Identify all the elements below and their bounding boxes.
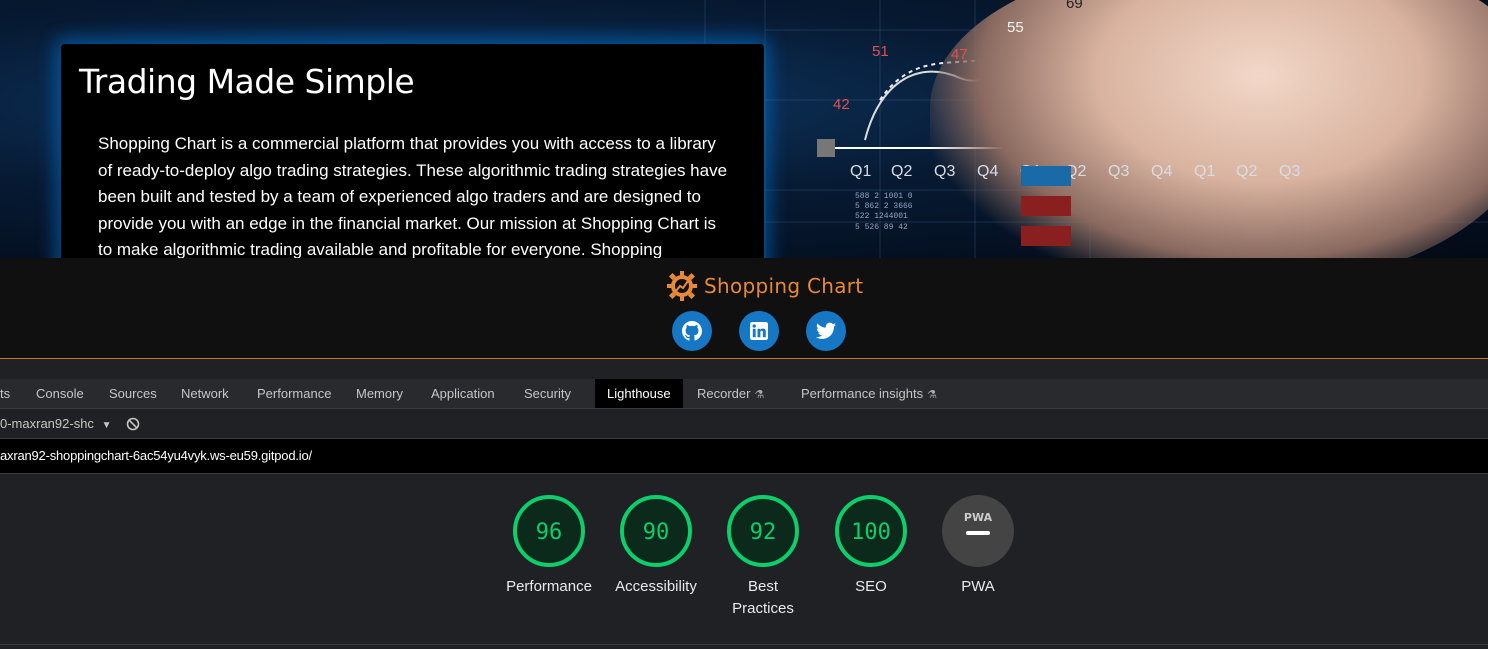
lighthouse-report: 96 Performance 90 Accessibility 92 Best … xyxy=(0,474,1488,645)
chart-tick-label: Q3 xyxy=(934,163,955,180)
twitter-link[interactable] xyxy=(806,311,846,351)
tab-network[interactable]: Network xyxy=(181,379,229,408)
gauge-label: Best Practices xyxy=(732,578,794,617)
ticker-line: 522 1244001 xyxy=(855,212,908,221)
ticker-line: 588 2 1001 0 xyxy=(855,192,913,201)
hero-card: Trading Made Simple Shopping Chart is a … xyxy=(61,44,764,258)
github-icon xyxy=(682,321,702,341)
tab-application[interactable]: Application xyxy=(431,379,495,408)
tab-memory[interactable]: Memory xyxy=(356,379,403,408)
brand-logo-link[interactable]: Shopping Chart xyxy=(666,270,863,302)
chart-tick-label: Q1 xyxy=(850,163,871,180)
report-url[interactable]: axran92-shoppingchart-6ac54yu4vyk.ws-eu5… xyxy=(0,448,312,463)
chart-tick-label: Q3 xyxy=(1279,163,1300,180)
gauge-value: 90 xyxy=(643,520,670,545)
tab-performance-insights-label: Performance insights xyxy=(801,386,924,401)
tab-console[interactable]: Console xyxy=(36,379,84,408)
tab-elements[interactable]: ts xyxy=(0,379,10,408)
gauge-label: PWA xyxy=(961,578,995,595)
chart-value-label: 42 xyxy=(833,96,850,113)
gauge-ring: 96 xyxy=(513,495,585,567)
site-footer: Shopping Chart xyxy=(0,258,1488,359)
score-gauge-pwa[interactable]: PWA PWA xyxy=(923,494,1033,598)
chart-value-label: 55 xyxy=(1007,19,1024,36)
score-gauge-accessibility[interactable]: 90 Accessibility xyxy=(601,494,711,598)
gauge-ring: 92 xyxy=(727,495,799,567)
twitter-icon xyxy=(816,322,836,339)
flask-icon: ⚗ xyxy=(754,389,765,401)
gauge-ring: 90 xyxy=(620,495,692,567)
clear-icon[interactable] xyxy=(126,417,140,431)
gauge-label: Performance xyxy=(506,578,592,595)
gauge-label: Accessibility xyxy=(615,578,697,595)
gauge-value: 100 xyxy=(851,520,891,545)
chart-value-label: 47 xyxy=(951,46,968,63)
tab-performance-insights[interactable]: Performance insights ⚗ xyxy=(801,379,937,408)
report-selector-value: 0-maxran92-shc xyxy=(0,416,94,431)
devtools-tab-bar: ts Console Sources Network Performance M… xyxy=(0,379,1488,409)
github-link[interactable] xyxy=(672,311,712,351)
tab-sources[interactable]: Sources xyxy=(109,379,157,408)
gauge-value: 96 xyxy=(536,520,563,545)
pwa-badge-icon: PWA xyxy=(942,495,1014,567)
lighthouse-toolbar: 0-maxran92-shc ▼ xyxy=(0,409,1488,439)
tab-lighthouse[interactable]: Lighthouse xyxy=(595,379,683,408)
tab-recorder[interactable]: Recorder ⚗ xyxy=(697,379,764,408)
linkedin-link[interactable] xyxy=(739,311,779,351)
chart-tick-label: Q2 xyxy=(1236,163,1257,180)
tab-recorder-label: Recorder xyxy=(697,386,751,401)
tab-performance[interactable]: Performance xyxy=(257,379,331,408)
score-gauge-best-practices[interactable]: 92 Best Practices xyxy=(708,494,818,620)
devtools-gap xyxy=(0,359,1488,379)
dropdown-arrow-icon: ▼ xyxy=(101,420,112,431)
ticker-line: 5 862 2 3666 xyxy=(855,202,913,211)
flask-icon: ⚗ xyxy=(927,389,937,401)
linkedin-icon xyxy=(750,322,768,340)
brand-name: Shopping Chart xyxy=(704,274,864,298)
score-gauge-seo[interactable]: 100 SEO xyxy=(816,494,926,598)
score-gauge-performance[interactable]: 96 Performance xyxy=(494,494,604,598)
hero-section: 42 51 47 55 69 Q1 Q2 Q3 Q4 Q1 Q2 Q3 Q4 Q… xyxy=(0,0,1488,258)
gauge-label: SEO xyxy=(855,578,887,595)
chart-tick-label: Q4 xyxy=(1151,163,1172,180)
chart-tick-label: Q3 xyxy=(1108,163,1129,180)
report-url-bar: axran92-shoppingchart-6ac54yu4vyk.ws-eu5… xyxy=(0,439,1488,474)
tab-security[interactable]: Security xyxy=(524,379,571,408)
ticker-line: 5 526 89 42 xyxy=(855,223,908,232)
chart-tick-label: Q1 xyxy=(1194,163,1215,180)
pwa-badge-text: PWA xyxy=(964,511,993,524)
hero-title: Trading Made Simple xyxy=(79,62,415,101)
chart-value-label: 69 xyxy=(1066,0,1083,12)
gear-chart-icon xyxy=(667,271,697,301)
gauge-ring: 100 xyxy=(835,495,907,567)
chart-value-label: 51 xyxy=(872,43,889,60)
chart-tick-label: Q2 xyxy=(891,163,912,180)
hero-description: Shopping Chart is a commercial platform … xyxy=(98,134,728,258)
chart-tick-label: Q4 xyxy=(977,163,998,180)
gauge-value: 92 xyxy=(750,520,777,545)
report-selector[interactable]: 0-maxran92-shc ▼ xyxy=(0,416,111,431)
